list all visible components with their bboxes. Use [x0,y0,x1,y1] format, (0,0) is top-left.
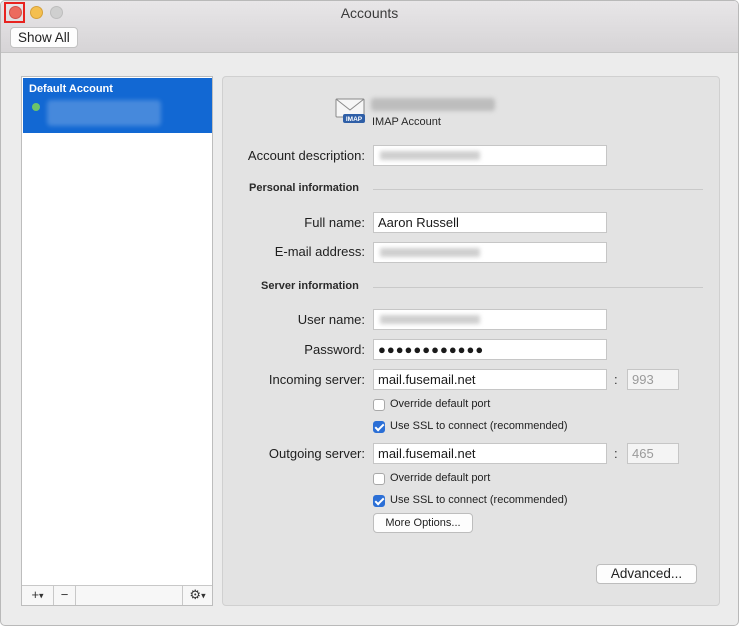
full-name-field[interactable]: Aaron Russell [373,212,607,233]
status-online-icon [32,103,40,111]
password-label: Password: [304,342,365,357]
window-title: Accounts [340,5,399,21]
redacted-value [380,248,480,257]
advanced-button[interactable]: Advanced... [596,564,697,584]
server-info-heading: Server information [261,280,359,292]
incoming-port-field[interactable]: 993 [627,369,679,390]
personal-info-heading: Personal information [249,182,360,194]
incoming-use-ssl-label: Use SSL to connect (recommended) [390,420,568,432]
redacted-account-name [371,98,495,111]
outgoing-use-ssl-label: Use SSL to connect (recommended) [390,494,568,506]
accounts-window: Accounts Show All Default Account +▾ − ⚙… [0,0,739,626]
sidebar-item-default-account[interactable]: Default Account [23,78,212,133]
gear-icon: ⚙ [189,587,202,602]
password-field[interactable]: ●●●●●●●●●●●● [373,339,607,360]
outgoing-use-ssl-checkbox[interactable] [373,495,385,507]
incoming-override-port-checkbox[interactable] [373,399,385,411]
add-account-button[interactable]: +▾ [22,586,54,605]
account-actions-button[interactable]: ⚙▾ [182,586,212,605]
username-label: User name: [297,312,365,327]
outgoing-server-field[interactable]: mail.fusemail.net [373,443,607,464]
accounts-sidebar: Default Account +▾ − ⚙▾ [21,76,213,606]
title-bar: Accounts Show All [1,1,738,53]
outgoing-server-label: Outgoing server: [268,446,365,461]
account-type: IMAP Account [372,116,441,128]
full-name-label: Full name: [304,215,365,230]
account-name: Default Account [29,83,113,95]
port-separator: : [614,372,618,387]
remove-account-button[interactable]: − [54,586,76,605]
redacted-value [380,151,480,160]
sidebar-footer: +▾ − ⚙▾ [22,585,212,605]
more-options-button[interactable]: More Options... [373,513,473,533]
show-all-button[interactable]: Show All [10,27,78,48]
account-description-field[interactable] [373,145,607,166]
svg-text:IMAP: IMAP [346,116,363,123]
redacted-email [47,100,161,126]
outgoing-override-port-label: Override default port [390,472,491,484]
section-divider [373,287,703,288]
username-field[interactable] [373,309,607,330]
account-settings-panel: IMAP IMAP Account Account description: P… [222,76,720,606]
imap-envelope-icon: IMAP [335,98,365,123]
incoming-override-port-label: Override default port [390,398,491,410]
chevron-down-icon: ▾ [39,590,44,601]
email-label: E-mail address: [274,244,365,259]
section-divider [373,189,703,190]
incoming-server-label: Incoming server: [268,372,365,387]
incoming-use-ssl-checkbox[interactable] [373,421,385,433]
outgoing-port-field[interactable]: 465 [627,443,679,464]
outgoing-override-port-checkbox[interactable] [373,473,385,485]
chevron-down-icon: ▾ [201,590,206,601]
email-field[interactable] [373,242,607,263]
port-separator: : [614,446,618,461]
account-description-label: Account description: [247,148,365,163]
redacted-value [380,315,480,324]
plus-icon: + [31,587,40,602]
incoming-server-field[interactable]: mail.fusemail.net [373,369,607,390]
